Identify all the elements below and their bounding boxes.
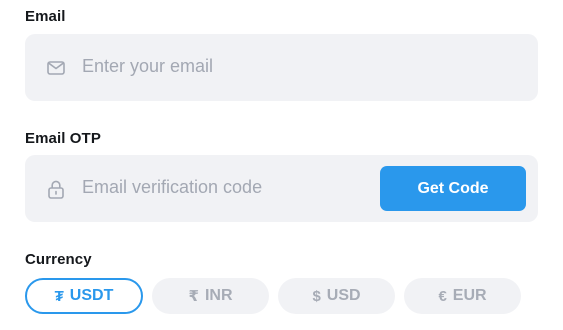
email-input-placeholder: Enter your email: [82, 56, 214, 76]
currency-option-inr[interactable]: ₹ INR: [152, 278, 269, 314]
currency-option-usdt[interactable]: ₮ USDT: [25, 278, 143, 314]
lock-icon: [46, 179, 66, 199]
currency-option-usd[interactable]: $ USD: [278, 278, 395, 314]
otp-input-placeholder: Email verification code: [82, 177, 263, 197]
currency-selector: ₮ USDT ₹ INR $ USD € EUR: [25, 278, 521, 314]
email-field[interactable]: Enter your email: [25, 34, 538, 101]
inr-symbol: ₹: [188, 288, 199, 305]
currency-code: USD: [326, 287, 361, 304]
currency-code: EUR: [452, 287, 487, 304]
usd-symbol: $: [312, 287, 321, 305]
currency-code: INR: [204, 287, 233, 304]
email-otp-field[interactable]: Email verification code Get Code: [25, 155, 538, 222]
currency-option-eur[interactable]: € EUR: [404, 278, 521, 314]
email-label: Email: [25, 8, 66, 25]
usdt-symbol: ₮: [54, 287, 64, 305]
currency-label: Currency: [25, 251, 92, 268]
currency-code: USDT: [69, 287, 114, 304]
email-otp-label: Email OTP: [25, 130, 101, 147]
mail-icon: [46, 58, 66, 78]
get-code-button[interactable]: Get Code: [380, 166, 526, 211]
eur-symbol: €: [438, 287, 447, 305]
